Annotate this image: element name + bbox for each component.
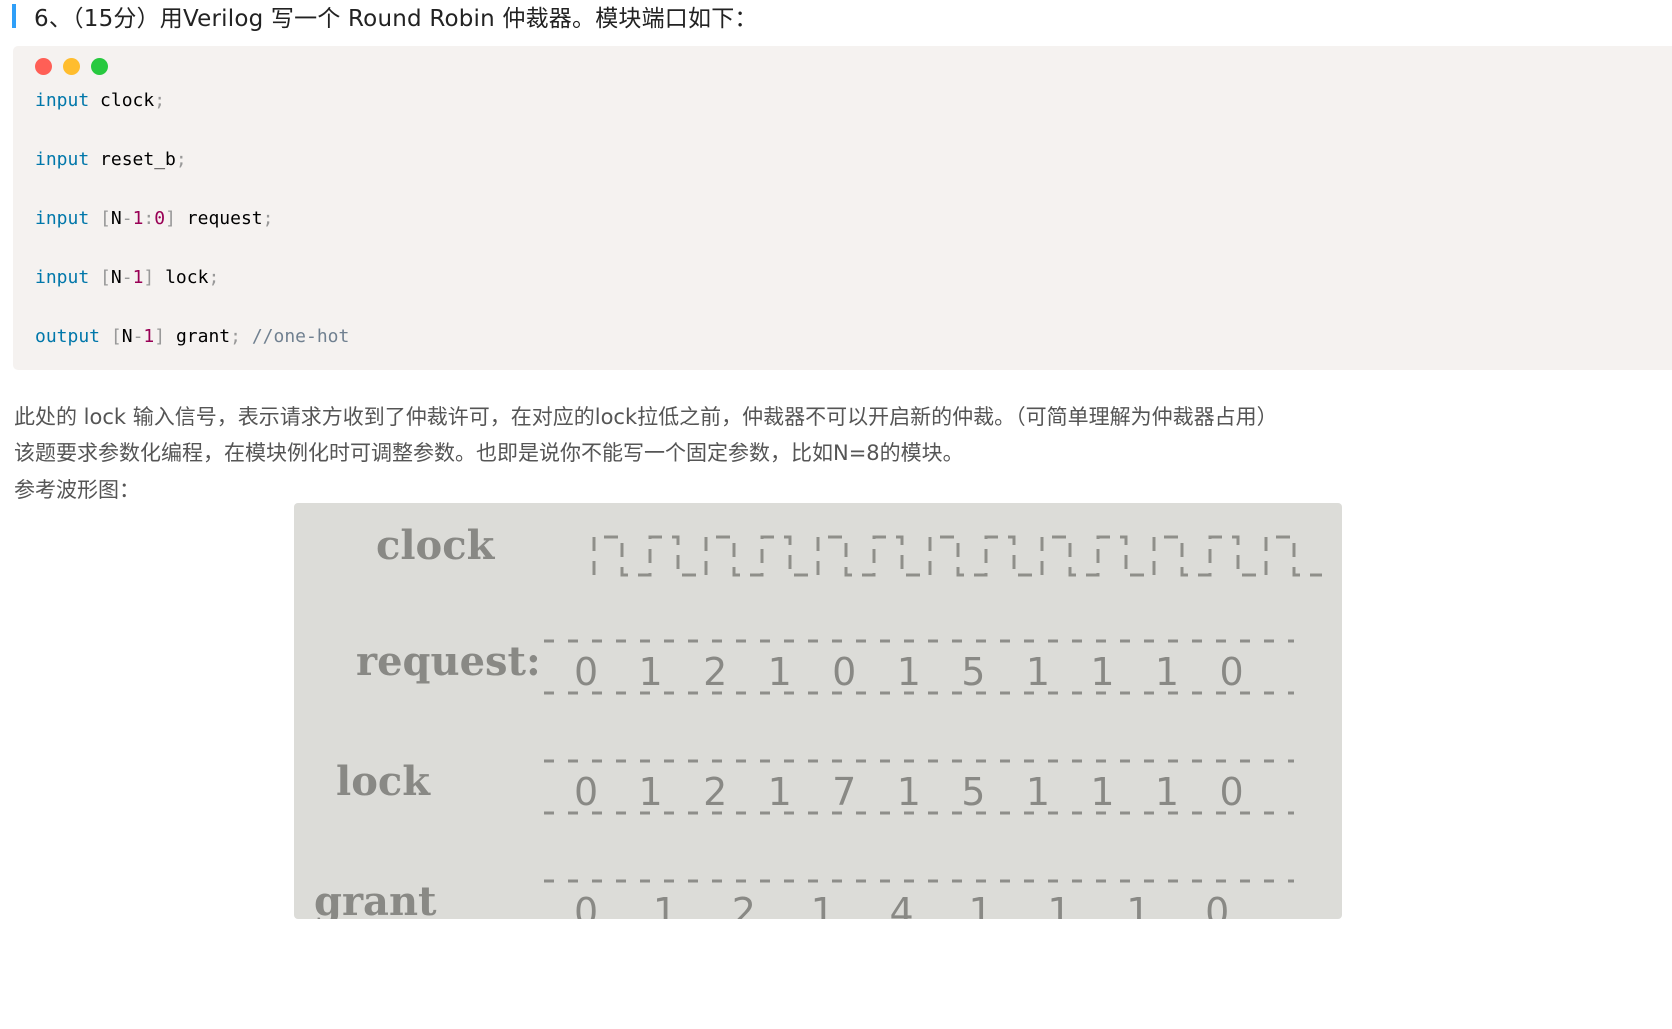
bus-value: 1 xyxy=(897,770,921,814)
code-line-request: input [N-1:0] request; xyxy=(35,208,274,229)
bus-value: 0 xyxy=(574,890,598,919)
bus-value: 1 xyxy=(1090,770,1114,814)
code-keyword: input xyxy=(35,90,90,111)
code-line-clock: input clock; xyxy=(35,90,166,111)
question-heading: 6、（15分）用Verilog 写一个 Round Robin 仲裁器。模块端口… xyxy=(12,0,758,32)
green-dot-icon xyxy=(91,58,108,75)
code-identifier: grant xyxy=(175,326,231,347)
bus-value: 1 xyxy=(639,650,663,694)
heading-accent-bar xyxy=(12,4,16,28)
code-keyword: input xyxy=(35,208,90,229)
bus-value: 0 xyxy=(1219,770,1243,814)
waveform-signal-label: lock xyxy=(336,758,431,805)
waveform-signal-label: grant xyxy=(314,878,437,919)
code-line-lock: input [N-1] lock; xyxy=(35,267,220,288)
bus-value: 0 xyxy=(1205,890,1229,919)
bus-value: 2 xyxy=(732,890,756,919)
bus-value: 2 xyxy=(703,770,727,814)
paragraph-parameter-requirement: 该题要求参数化编程，在模块例化时可调整参数。也即是说你不能写一个固定参数，比如N… xyxy=(14,441,964,465)
bus-value: 1 xyxy=(639,770,663,814)
bus-value: 1 xyxy=(1026,770,1050,814)
code-identifier: lock xyxy=(165,267,209,288)
waveform-svg: clockrequest: 0 1 2 1 0 1 5 1 1 1 0lock 0 1 2 1 7 1 5 1 1 1 0g… xyxy=(314,522,1322,919)
red-dot-icon xyxy=(35,58,52,75)
bus-value: 5 xyxy=(961,650,985,694)
code-line-reset: input reset_b; xyxy=(35,149,187,170)
code-keyword: output xyxy=(35,326,101,347)
bus-value: 0 xyxy=(574,770,598,814)
bus-value: 5 xyxy=(961,770,985,814)
paragraph-waveform-label: 参考波形图： xyxy=(14,478,140,502)
bus-value: 1 xyxy=(1090,650,1114,694)
heading-text: 6、（15分）用Verilog 写一个 Round Robin 仲裁器。模块端口… xyxy=(34,6,758,32)
paragraph-lock-description: 此处的 lock 输入信号，表示请求方收到了仲裁许可，在对应的lock拉低之前，… xyxy=(14,405,1278,429)
code-block[interactable]: input clock; input reset_b; input [N-1:0… xyxy=(13,46,1672,370)
code-keyword: input xyxy=(35,267,90,288)
bus-value: 0 xyxy=(832,650,856,694)
bus-value: 2 xyxy=(703,650,727,694)
clock-wave xyxy=(592,535,1322,577)
bus-value: 0 xyxy=(574,650,598,694)
code-identifier: reset_b xyxy=(100,149,176,170)
bus-value: 1 xyxy=(1155,770,1179,814)
bus-value: 1 xyxy=(768,770,792,814)
yellow-dot-icon xyxy=(63,58,80,75)
code-identifier: request xyxy=(186,208,263,229)
waveform-signal-label: request: xyxy=(356,638,541,685)
bus-value: 1 xyxy=(1126,890,1150,919)
bus-value: 1 xyxy=(768,650,792,694)
bus-value: 1 xyxy=(968,890,992,919)
code-comment: //one-hot xyxy=(251,326,350,347)
bus-value: 1 xyxy=(1047,890,1071,919)
code-line-grant: output [N-1] grant; //one-hot xyxy=(35,326,350,347)
bus-value: 1 xyxy=(653,890,677,919)
bus-value: 7 xyxy=(832,770,856,814)
bus-value: 1 xyxy=(1026,650,1050,694)
waveform-signal-label: clock xyxy=(376,522,496,569)
bus-value: 4 xyxy=(890,890,914,919)
bus-value: 0 xyxy=(1219,650,1243,694)
bus-value: 1 xyxy=(811,890,835,919)
waveform-image: clock request: 0 1 2 1 0 1 5 1 1 1 0 lock 0 1 2 1 7 1 5 1 1 1 0 g… xyxy=(294,503,1342,919)
window-dots xyxy=(35,58,119,75)
bus-value: 1 xyxy=(1155,650,1179,694)
bus-value: 1 xyxy=(897,650,921,694)
code-keyword: input xyxy=(35,149,90,170)
code-identifier: clock xyxy=(100,90,155,111)
